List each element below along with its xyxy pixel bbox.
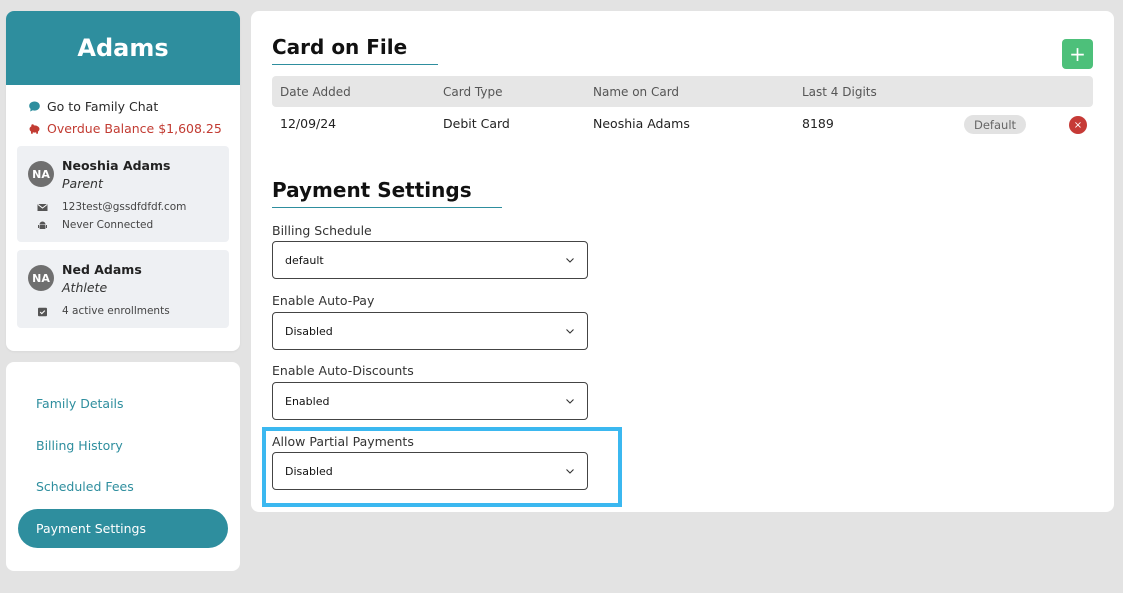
avatar: NA bbox=[28, 265, 54, 291]
remove-card-button[interactable]: × bbox=[1069, 116, 1087, 134]
chat-bubble-icon bbox=[28, 100, 41, 113]
nav-item-billing-history[interactable]: Billing History bbox=[18, 426, 228, 465]
member-email: 123test@gssdfdfdf.com bbox=[62, 201, 187, 213]
payment-settings-title-text: Payment Settings bbox=[272, 178, 472, 202]
page: Adams Go to Family Chat Overdue Balance … bbox=[0, 0, 1123, 593]
cell-date-added: 12/09/24 bbox=[280, 116, 337, 131]
family-card: Adams Go to Family Chat Overdue Balance … bbox=[6, 11, 240, 351]
member-card-parent[interactable]: NA Neoshia Adams Parent 123test@gssdfdfd… bbox=[17, 146, 229, 242]
card-table-header: Date Added Card Type Name on Card Last 4… bbox=[272, 76, 1093, 107]
partial-payments-value: Disabled bbox=[285, 464, 333, 478]
member-email-row: 123test@gssdfdfdf.com bbox=[37, 201, 186, 213]
envelope-icon bbox=[37, 202, 48, 213]
billing-schedule-select[interactable]: default bbox=[272, 241, 588, 279]
chevron-down-icon bbox=[566, 469, 574, 474]
column-card-type: Card Type bbox=[443, 84, 503, 99]
nav-item-family-details[interactable]: Family Details bbox=[18, 384, 228, 423]
family-chat-link[interactable]: Go to Family Chat bbox=[28, 95, 240, 117]
member-connection-row: Never Connected bbox=[37, 219, 153, 231]
piggy-bank-icon bbox=[28, 122, 41, 135]
side-nav: Family Details Billing History Scheduled… bbox=[6, 362, 240, 571]
column-date-added: Date Added bbox=[280, 84, 351, 99]
nav-item-scheduled-fees[interactable]: Scheduled Fees bbox=[18, 467, 228, 506]
auto-pay-select[interactable]: Disabled bbox=[272, 312, 588, 350]
table-row: 12/09/24 Debit Card Neoshia Adams 8189 D… bbox=[272, 108, 1093, 139]
auto-discounts-value: Enabled bbox=[285, 394, 330, 408]
title-underline bbox=[272, 64, 438, 65]
column-name-on-card: Name on Card bbox=[593, 84, 680, 99]
partial-payments-select[interactable]: Disabled bbox=[272, 452, 588, 490]
family-chat-label: Go to Family Chat bbox=[47, 98, 159, 114]
column-last-4-digits: Last 4 Digits bbox=[802, 84, 877, 99]
calendar-check-icon bbox=[37, 306, 48, 317]
payment-settings-title: Payment Settings bbox=[272, 178, 502, 208]
chevron-down-icon bbox=[566, 329, 574, 334]
chevron-down-icon bbox=[566, 258, 574, 263]
card-on-file-title-text: Card on File bbox=[272, 35, 408, 59]
member-role: Athlete bbox=[62, 280, 108, 295]
family-name: Adams bbox=[6, 11, 240, 85]
overdue-balance-label: Overdue Balance $1,608.25 bbox=[47, 120, 222, 136]
main-panel: Card on File + Date Added Card Type Name… bbox=[251, 11, 1114, 512]
plus-icon: + bbox=[1069, 42, 1086, 66]
add-card-button[interactable]: + bbox=[1062, 39, 1093, 69]
cell-last-4-digits: 8189 bbox=[802, 116, 834, 131]
member-name: Ned Adams bbox=[62, 262, 142, 277]
auto-discounts-select[interactable]: Enabled bbox=[272, 382, 588, 420]
partial-payments-label: Allow Partial Payments bbox=[272, 434, 414, 449]
chevron-down-icon bbox=[566, 399, 574, 404]
auto-discounts-label: Enable Auto-Discounts bbox=[272, 363, 414, 378]
billing-schedule-label: Billing Schedule bbox=[272, 223, 372, 238]
overdue-balance-link[interactable]: Overdue Balance $1,608.25 bbox=[28, 117, 240, 139]
member-enrollments-row: 4 active enrollments bbox=[37, 305, 170, 317]
card-on-file-title: Card on File bbox=[272, 35, 438, 65]
member-connection: Never Connected bbox=[62, 219, 154, 231]
auto-pay-label: Enable Auto-Pay bbox=[272, 293, 375, 308]
auto-pay-value: Disabled bbox=[285, 324, 333, 338]
billing-schedule-value: default bbox=[285, 253, 324, 267]
family-links: Go to Family Chat Overdue Balance $1,608… bbox=[6, 85, 240, 139]
nav-item-payment-settings[interactable]: Payment Settings bbox=[18, 509, 228, 548]
member-name: Neoshia Adams bbox=[62, 158, 171, 173]
close-icon: × bbox=[1073, 119, 1083, 131]
member-enrollments: 4 active enrollments bbox=[62, 305, 170, 317]
avatar: NA bbox=[28, 161, 54, 187]
android-icon bbox=[37, 220, 48, 231]
default-badge: Default bbox=[964, 115, 1027, 134]
cell-name-on-card: Neoshia Adams bbox=[593, 116, 690, 131]
cell-card-type: Debit Card bbox=[443, 116, 510, 131]
member-role: Parent bbox=[62, 176, 103, 191]
title-underline bbox=[272, 207, 502, 208]
member-card-athlete[interactable]: NA Ned Adams Athlete 4 active enrollment… bbox=[17, 250, 229, 328]
